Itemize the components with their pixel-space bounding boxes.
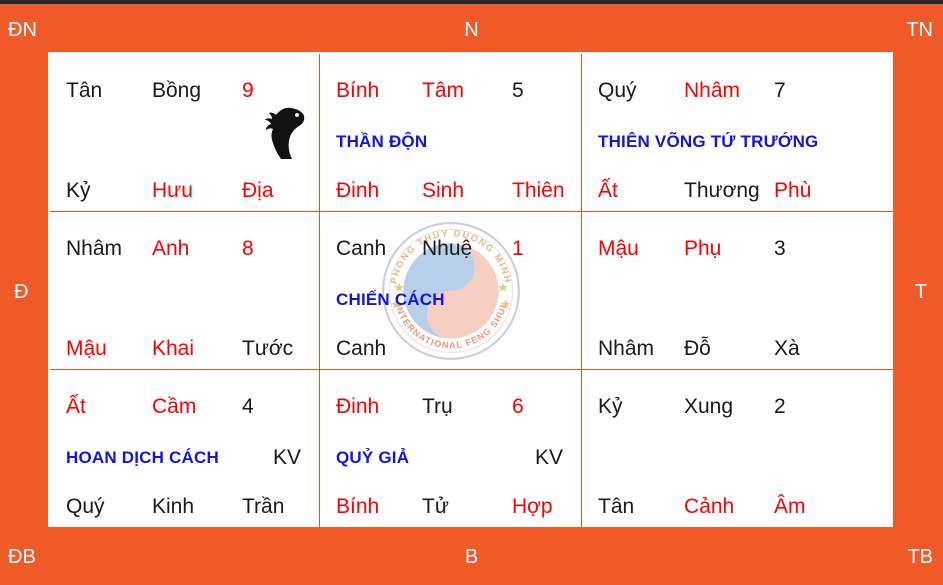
horse-icon — [265, 107, 305, 159]
palace-top-row: Kỷ Xung 2 — [582, 390, 893, 424]
palace-stem-lower: Kỷ — [66, 179, 91, 202]
palace-star: Cầm — [152, 395, 197, 418]
direction-label-southwest-vn-tb: TB — [907, 546, 933, 568]
palace-cell-middle-right[interactable]: Mậu Phụ 3 Nhâm Đỗ Xà — [582, 212, 893, 370]
palace-number: 9 — [242, 79, 254, 102]
palace-stem: Đinh — [336, 395, 380, 418]
palace-top-row: Bính Tâm 5 — [320, 74, 581, 108]
palace-bottom-row: Đinh Sinh Thiên — [320, 174, 581, 208]
palace-bottom-row: Nhâm Đỗ Xà — [582, 332, 893, 366]
palace-bottom-row: Tân Cảnh Âm — [582, 490, 893, 524]
palace-door: Tử — [422, 495, 449, 518]
palace-deity: Trần — [242, 495, 285, 518]
palace-stem: Kỷ — [598, 395, 623, 418]
palace-door: Kinh — [152, 495, 195, 518]
palace-deity: Thiên — [512, 179, 565, 202]
palace-bottom-row: Ất Thương Phù — [582, 174, 893, 208]
palace-stem: Tân — [66, 79, 103, 102]
palace-top-row: Mậu Phụ 3 — [582, 232, 893, 266]
palace-cell-top-center[interactable]: Bính Tâm 5 THẦN ĐỘN Đinh Sinh Thiên — [320, 54, 582, 212]
palace-number: 8 — [242, 237, 254, 260]
palace-stem-lower: Nhâm — [598, 337, 655, 360]
palace-door: Khai — [152, 337, 195, 360]
palace-deity: Tước — [242, 337, 294, 360]
palace-deity: Xà — [774, 337, 800, 360]
palace-top-row: Ất Cầm 4 — [50, 390, 319, 424]
palace-cell-bottom-left[interactable]: Ất Cầm 4 HOAN DỊCH CÁCH KV Quý Kinh Trần — [50, 370, 320, 527]
palace-top-row: Nhâm Anh 8 — [50, 232, 319, 266]
palace-door: Thương — [684, 179, 760, 202]
palace-cell-bottom-center[interactable]: Đinh Trụ 6 QUỶ GIẢ KV Bính Tử Hợp — [320, 370, 582, 527]
palace-special-row: THIÊN VÕNG TỨ TRƯỚNG — [582, 125, 893, 159]
palace-star: Nhâm — [684, 79, 741, 102]
palace-door: Cảnh — [684, 495, 735, 518]
palace-special-row: CHIẾN CÁCH — [320, 283, 581, 317]
palace-special-label: THẦN ĐỘN — [336, 132, 428, 151]
palace-door: Hưu — [152, 179, 193, 202]
palace-cell-center[interactable]: PHONG THUY DUONG MINH INTERNATIONAL FENG… — [320, 212, 582, 370]
palace-cell-bottom-right[interactable]: Kỷ Xung 2 Tân Cảnh Âm — [582, 370, 893, 527]
palace-stem: Mậu — [598, 237, 639, 260]
palace-special-label: CHIẾN CÁCH — [336, 290, 445, 309]
top-edge-sliver — [0, 0, 943, 4]
palace-number: 7 — [774, 79, 786, 102]
palace-deity: Hợp — [512, 495, 553, 518]
palace-top-row: Canh Nhuệ 1 — [320, 232, 581, 266]
palace-door: Đỗ — [684, 337, 711, 360]
direction-label-northwest-vn-tn: TN — [906, 19, 933, 41]
nine-palace-grid: Tân Bồng 9 Kỷ Hưu Địa Bính Tâm 5 THẦN ĐỘ… — [48, 52, 893, 527]
palace-stem: Nhâm — [66, 237, 123, 260]
palace-stem: Quý — [598, 79, 637, 102]
palace-number: 1 — [512, 237, 524, 260]
palace-star: Tâm — [422, 79, 464, 102]
palace-stem: Ất — [66, 395, 86, 418]
palace-number: 3 — [774, 237, 786, 260]
palace-star: Xung — [684, 395, 734, 418]
palace-special-label: QUỶ GIẢ — [336, 448, 410, 467]
palace-star: Anh — [152, 237, 190, 260]
palace-stem-lower: Ất — [598, 179, 618, 202]
palace-number: 4 — [242, 395, 254, 418]
palace-number: 6 — [512, 395, 524, 418]
palace-bottom-row: Canh — [320, 332, 581, 366]
palace-bottom-row: Quý Kinh Trần — [50, 490, 319, 524]
palace-cell-middle-left[interactable]: Nhâm Anh 8 Mậu Khai Tước — [50, 212, 320, 370]
palace-bottom-row: Mậu Khai Tước — [50, 332, 319, 366]
direction-label-west: T — [914, 281, 927, 303]
palace-top-row: Tân Bồng 9 — [50, 74, 319, 108]
palace-special-label: HOAN DỊCH CÁCH — [66, 448, 219, 467]
direction-label-south: B — [464, 546, 479, 568]
palace-cell-top-right[interactable]: Quý Nhâm 7 THIÊN VÕNG TỨ TRƯỚNG Ất Thươn… — [582, 54, 893, 212]
direction-label-north: N — [464, 19, 479, 41]
palace-star: Nhuệ — [422, 237, 473, 260]
palace-deity: Phù — [774, 179, 812, 202]
palace-cell-top-left[interactable]: Tân Bồng 9 Kỷ Hưu Địa — [50, 54, 320, 212]
palace-stem-lower: Bính — [336, 495, 380, 518]
palace-stem-lower: Tân — [598, 495, 635, 518]
palace-stem-lower: Canh — [336, 337, 387, 360]
palace-bottom-row: Kỷ Hưu Địa — [50, 174, 319, 208]
palace-door: Sinh — [422, 179, 465, 202]
palace-special-label: THIÊN VÕNG TỨ TRƯỚNG — [598, 132, 819, 151]
palace-number: 5 — [512, 79, 524, 102]
palace-star: Bồng — [152, 79, 202, 102]
palace-number: 2 — [774, 395, 786, 418]
palace-stem-lower: Mậu — [66, 337, 107, 360]
palace-deity: Âm — [774, 495, 806, 518]
palace-stem-lower: Quý — [66, 495, 105, 518]
palace-top-row: Đinh Trụ 6 — [320, 390, 581, 424]
palace-star: Trụ — [422, 395, 453, 418]
direction-label-east: Đ — [14, 281, 29, 303]
palace-stem: Bính — [336, 79, 380, 102]
palace-bottom-row: Bính Tử Hợp — [320, 490, 581, 524]
palace-kv-badge: KV — [534, 446, 563, 469]
palace-kv-badge: KV — [272, 446, 301, 469]
palace-stem: Canh — [336, 237, 387, 260]
palace-deity: Địa — [242, 179, 274, 202]
palace-star: Phụ — [684, 237, 722, 260]
palace-special-row: THẦN ĐỘN — [320, 125, 581, 159]
palace-stem-lower: Đinh — [336, 179, 380, 202]
palace-top-row: Quý Nhâm 7 — [582, 74, 893, 108]
